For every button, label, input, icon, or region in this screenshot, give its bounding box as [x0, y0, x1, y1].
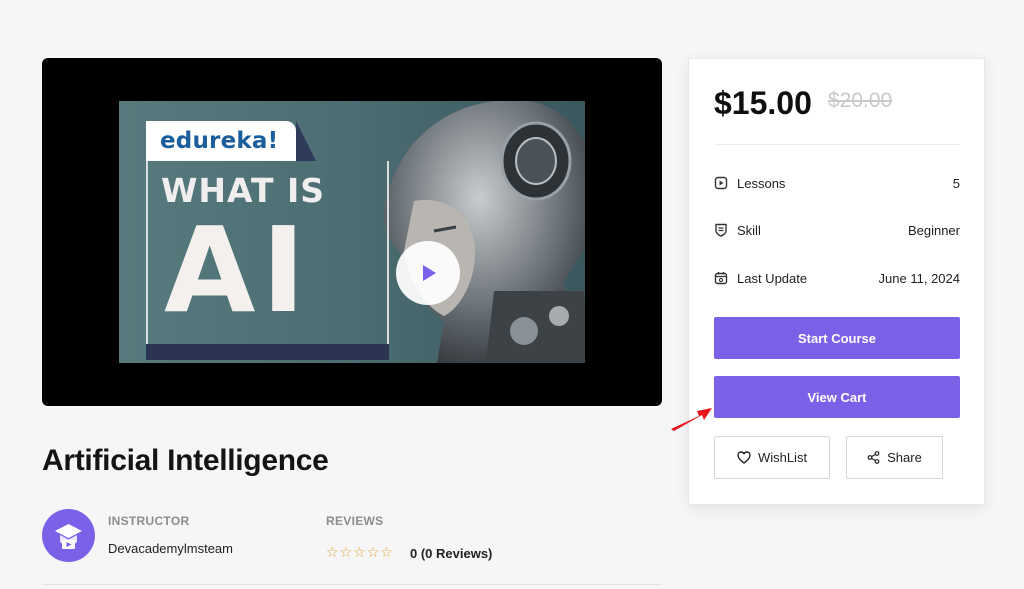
heart-icon: [737, 451, 751, 464]
brand-text: edureka!: [160, 128, 279, 154]
content-divider: [42, 584, 662, 585]
skill-row: Skill Beginner: [714, 221, 960, 241]
play-button[interactable]: [396, 241, 460, 305]
graduation-cap-icon: [55, 524, 82, 549]
instructor-name[interactable]: Devacademylmsteam: [108, 541, 233, 556]
instructor-label: INSTRUCTOR: [108, 514, 190, 528]
course-sidebar-card: $15.00 $20.00 Lessons 5 Skill Beginner L…: [688, 58, 985, 505]
lessons-label: Lessons: [737, 176, 786, 191]
last-update-value: June 11, 2024: [878, 271, 960, 286]
star-empty-icon: ☆: [366, 545, 380, 561]
start-course-button[interactable]: Start Course: [714, 317, 960, 359]
star-empty-icon: ☆: [353, 545, 366, 561]
lessons-row: Lessons 5: [714, 174, 960, 194]
course-title: Artificial Intelligence: [42, 444, 329, 477]
share-icon: [867, 451, 880, 464]
lessons-icon: [714, 176, 728, 190]
last-update-label: Last Update: [737, 271, 808, 286]
star-empty-icon: ☆: [380, 545, 393, 561]
last-update-row: Last Update June 11, 2024: [714, 269, 960, 289]
skill-value: Beginner: [907, 223, 960, 238]
original-price: $20.00: [828, 89, 893, 112]
skill-label: Skill: [737, 223, 761, 238]
robot-illustration: [383, 101, 585, 363]
wishlist-button[interactable]: WishList: [714, 436, 830, 479]
share-label: Share: [887, 450, 922, 465]
title-slide-shadow: [146, 344, 389, 360]
brand-tab: edureka!: [146, 121, 296, 161]
view-cart-button[interactable]: View Cart: [714, 376, 960, 418]
video-player[interactable]: edureka! WHAT IS AI: [42, 58, 662, 406]
rating-text: 0 (0 Reviews): [410, 546, 493, 561]
reviews-label: REVIEWS: [326, 514, 384, 528]
share-button[interactable]: Share: [846, 436, 943, 479]
headline-big: AI: [164, 201, 312, 339]
star-empty-icon: ☆: [339, 545, 353, 561]
skill-icon: [715, 223, 727, 237]
annotation-arrow-icon: [671, 408, 712, 431]
star-empty-icon: ☆: [326, 545, 339, 561]
price-divider: [714, 144, 960, 145]
calendar-icon: [714, 272, 728, 285]
wishlist-label: WishList: [757, 450, 808, 465]
video-thumbnail: edureka! WHAT IS AI: [119, 101, 585, 363]
current-price: $15.00: [714, 85, 812, 121]
star-rating: ☆ ☆ ☆ ☆ ☆: [326, 545, 393, 561]
instructor-avatar[interactable]: [42, 509, 95, 562]
brand-tab-shadow: [296, 121, 316, 161]
lessons-value: 5: [952, 176, 960, 191]
